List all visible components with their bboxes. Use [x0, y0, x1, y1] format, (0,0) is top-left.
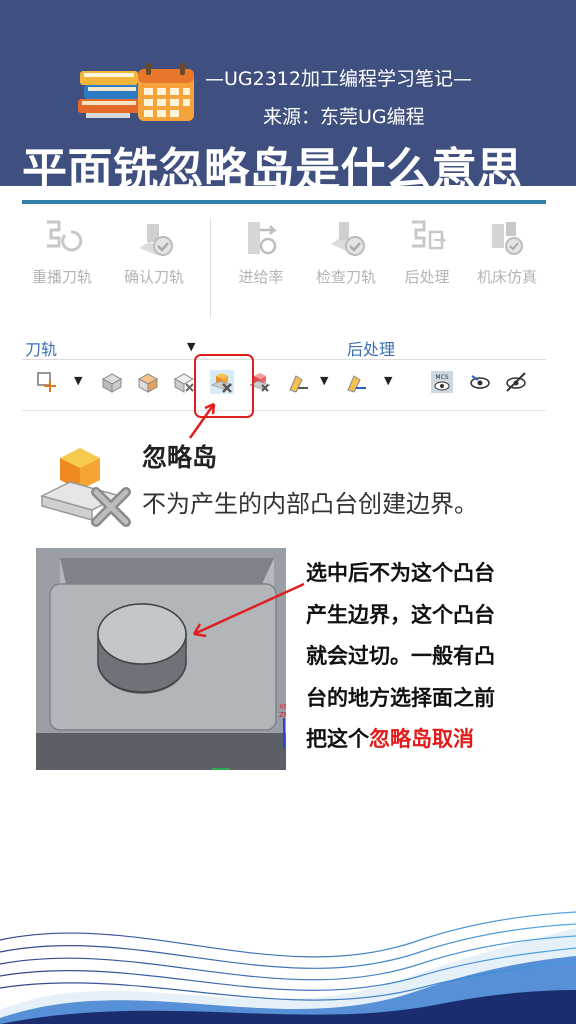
verify-toolpath-icon: [139, 224, 173, 256]
ignore-island-large-icon: [40, 448, 131, 527]
note-line: 就会过切。一般有凸: [306, 644, 495, 668]
tooltip-description: 不为产生的内部凸台创建边界。: [142, 490, 478, 518]
note-line: 选中后不为这个凸台: [306, 561, 495, 585]
chevron-down-icon[interactable]: ▼: [320, 374, 328, 387]
books-calendar-icon: [78, 63, 194, 121]
feedrate-icon: [248, 222, 278, 255]
feedrate-label: 进给率: [238, 268, 284, 286]
group-label-toolpath: 刀轨: [25, 340, 58, 359]
divider: [22, 410, 546, 411]
divider: [22, 359, 546, 360]
replay-toolpath-icon: [47, 220, 83, 252]
note-line: 把这个忽略岛取消: [306, 719, 556, 761]
check-toolpath-button[interactable]: 检查刀轨: [304, 218, 388, 287]
machine-simulation-label: 机床仿真: [476, 268, 537, 286]
verify-toolpath-button[interactable]: 确认刀轨: [112, 218, 196, 287]
quick-tool-row: ▼ ▼ ▼ MCS: [22, 368, 546, 400]
note-line: 产生边界，这个凸台: [306, 602, 495, 627]
mcs-display-icon[interactable]: MCS: [430, 370, 454, 394]
svg-text:MCS: MCS: [435, 374, 448, 381]
hide-display-icon[interactable]: [504, 370, 528, 394]
header-subtitle: —UG2312加工编程学习笔记—: [205, 68, 472, 90]
machine-simulation-button[interactable]: 机床仿真: [468, 218, 546, 287]
explanation-note: 选中后不为这个凸台 产生边界，这个凸台 就会过切。一般有凸 台的地方选择面之前 …: [306, 553, 556, 761]
machine-simulation-icon: [492, 222, 523, 255]
group-label-postprocess: 后处理: [347, 340, 396, 359]
ribbon-separator: [210, 218, 211, 318]
page-title: 平面铣忽略岛是什么意思: [22, 143, 523, 196]
replay-toolpath-button[interactable]: 重播刀轨: [24, 218, 100, 287]
tool-orient-icon[interactable]: [286, 370, 310, 394]
check-toolpath-label: 检查刀轨: [315, 268, 376, 286]
postprocess-label: 后处理: [404, 268, 450, 286]
block-orange-icon[interactable]: [136, 370, 160, 394]
header-source: 来源：东莞UG编程: [263, 106, 425, 128]
chevron-down-icon[interactable]: ▼: [74, 374, 82, 387]
svg-text:ZM: ZM: [279, 711, 286, 719]
eye-display-icon[interactable]: [468, 370, 492, 394]
postprocess-button[interactable]: 后处理: [394, 218, 460, 287]
postprocess-icon: [412, 220, 447, 250]
nx-ribbon-toolbar: 重播刀轨 确认刀轨 进给率 检查刀轨 后处理 机床仿真 刀轨 ▼ 后处理 ▼ ▼…: [22, 200, 546, 418]
chevron-down-icon[interactable]: ▼: [384, 374, 392, 387]
svg-text:XM: XM: [279, 703, 286, 711]
decorative-waves: [0, 911, 576, 1024]
replay-toolpath-label: 重播刀轨: [31, 268, 92, 286]
feedrate-button[interactable]: 进给率: [228, 218, 294, 287]
tooltip-title: 忽略岛: [142, 443, 218, 472]
note-line: 台的地方选择面之前: [306, 685, 495, 710]
note-text: 把这个: [306, 727, 369, 751]
chevron-down-icon[interactable]: ▼: [187, 340, 195, 353]
orient-blue-icon[interactable]: [344, 370, 368, 394]
pointer-arrow-icon: [192, 582, 305, 638]
check-toolpath-icon: [331, 222, 365, 256]
verify-toolpath-label: 确认刀轨: [123, 268, 184, 286]
note-highlight: 忽略岛取消: [369, 727, 474, 751]
csys-icon[interactable]: [36, 370, 60, 394]
block-icon[interactable]: [100, 370, 124, 394]
